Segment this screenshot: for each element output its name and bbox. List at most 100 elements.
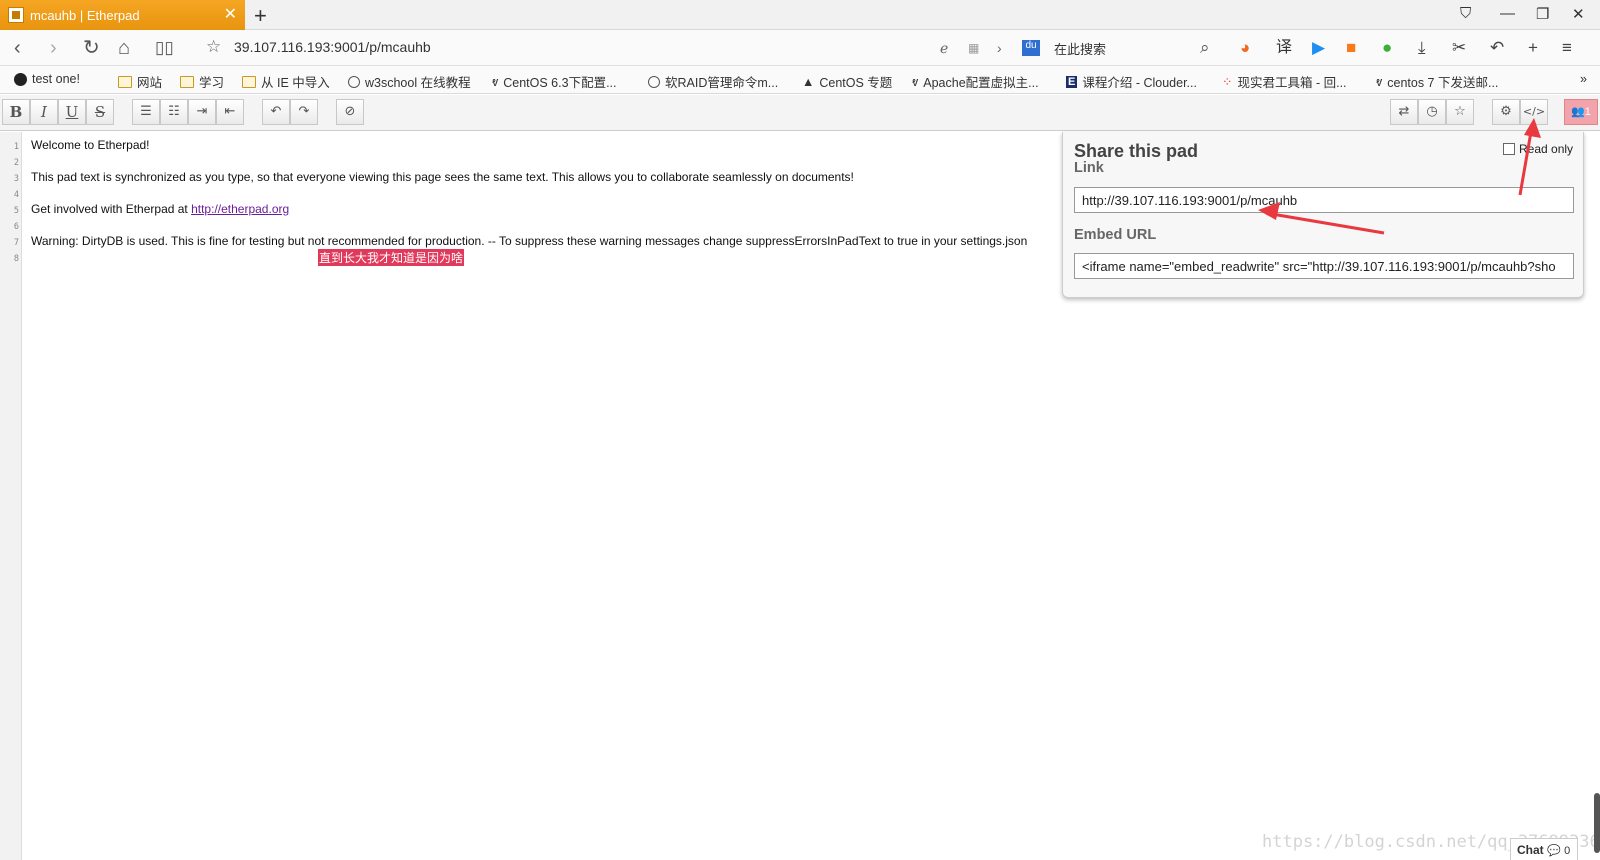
highlighted-text[interactable]: 直到长大我才知道是因为啥	[318, 249, 465, 266]
redo-icon[interactable]: ↷	[290, 99, 318, 125]
folder-icon	[242, 75, 256, 88]
unordered-list-icon[interactable]: ☷	[160, 99, 188, 125]
embed-code-icon[interactable]: </>	[1520, 99, 1548, 125]
add-icon[interactable]: +	[1528, 38, 1538, 58]
bookmark-star-icon[interactable]: ☆	[206, 37, 221, 57]
bold-button[interactable]: B	[2, 99, 30, 125]
ordered-list-icon[interactable]: ☰	[132, 99, 160, 125]
share-link-field[interactable]: http://39.107.116.193:9001/p/mcauhb	[1074, 187, 1574, 213]
embed-url-field[interactable]: <iframe name="embed_readwrite" src="http…	[1074, 253, 1574, 279]
chevron-right-icon[interactable]: ›	[997, 38, 1002, 58]
bookmark-item[interactable]: test one!	[14, 72, 80, 86]
link-icon: ⱴ	[912, 74, 919, 89]
link-icon: ⱴ	[492, 74, 499, 89]
chat-label: Chat	[1517, 843, 1544, 857]
address-field[interactable]: 39.107.116.193:9001/p/mcauhb	[234, 39, 431, 55]
tab-etherpad[interactable]: mcauhb | Etherpad ✕	[0, 0, 245, 30]
etherpad-favicon-icon	[8, 7, 24, 23]
ball-icon	[14, 72, 27, 86]
italic-button[interactable]: I	[30, 99, 58, 125]
link-icon: ⱴ	[1376, 74, 1383, 89]
readonly-checkbox[interactable]: Read only	[1503, 142, 1573, 156]
search-placeholder: 在此搜索	[1054, 41, 1107, 57]
undo-icon[interactable]: ↶	[262, 99, 290, 125]
pad-line-5[interactable]: Get involved with Etherpad at http://eth…	[31, 202, 289, 216]
bookmark-item[interactable]: 学习	[180, 72, 224, 91]
translate-icon[interactable]: 译	[1276, 38, 1292, 58]
strikethrough-button[interactable]: S	[86, 99, 114, 125]
indent-icon[interactable]: ⇥	[188, 99, 216, 125]
link-label: Link	[1074, 160, 1104, 176]
clear-authorship-icon[interactable]: ⊘	[336, 99, 364, 125]
bookmark-item[interactable]: 软RAID管理命令m...	[648, 72, 778, 91]
undo-close-icon[interactable]: ↶	[1490, 38, 1504, 58]
bookmark-item[interactable]: ⱴ CentOS 6.3下配置...	[492, 72, 616, 91]
line-number: 6	[13, 222, 19, 232]
dots-icon: ⁘	[1222, 75, 1233, 89]
bookmark-item[interactable]: ▲ CentOS 专题	[802, 72, 892, 91]
timeslider-icon[interactable]: ◷	[1418, 99, 1446, 125]
users-button[interactable]: 👥1	[1564, 99, 1598, 125]
embed-url-label: Embed URL	[1074, 227, 1157, 243]
line-number-gutter: 1 2 3 4 5 6 7 8	[0, 132, 22, 860]
chat-count: 0	[1564, 845, 1571, 857]
video-icon[interactable]: ■	[1346, 38, 1356, 58]
share-title: Share this pad	[1074, 141, 1199, 161]
bookmark-item[interactable]: ⁘ 现实君工具箱 - 回...	[1222, 72, 1347, 91]
readonly-label: Read only	[1519, 142, 1574, 156]
chat-button[interactable]: Chat 💬 0	[1510, 838, 1578, 860]
more-bookmarks-icon[interactable]: »	[1580, 72, 1587, 86]
tab-strip: mcauhb | Etherpad ✕ + ⛉ — ❐ ✕	[0, 0, 1600, 30]
new-tab-button[interactable]: +	[254, 3, 267, 29]
etherpad-link[interactable]: http://etherpad.org	[191, 202, 289, 216]
scissors-icon[interactable]: ✂	[1452, 38, 1466, 58]
outdent-icon[interactable]: ⇤	[216, 99, 244, 125]
minimize-icon[interactable]: —	[1500, 5, 1515, 22]
bookmark-item[interactable]: w3school 在线教程	[348, 72, 471, 91]
gamepad-icon[interactable]: ◕	[1240, 38, 1250, 58]
globe-icon	[348, 75, 360, 88]
line-number: 4	[13, 190, 19, 200]
pad-line-3[interactable]: This pad text is synchronized as you typ…	[31, 170, 854, 184]
settings-gear-icon[interactable]: ⚙	[1492, 99, 1520, 125]
search-icon[interactable]: ⌕	[1200, 38, 1210, 58]
play-icon[interactable]: ▶	[1312, 38, 1325, 58]
reader-icon[interactable]: ▯▯	[155, 36, 174, 60]
bookmark-item[interactable]: ⱴ centos 7 下发送邮...	[1376, 72, 1498, 91]
bookmark-item[interactable]: E 课程介绍 - Clouder...	[1066, 72, 1197, 91]
restore-icon[interactable]: ❐	[1536, 5, 1549, 23]
pad-line-7[interactable]: Warning: DirtyDB is used. This is fine f…	[31, 234, 1027, 248]
ie-mode-icon[interactable]: ℯ	[940, 38, 948, 58]
menu-icon[interactable]: ≡	[1562, 38, 1572, 58]
search-box[interactable]: du 在此搜索	[1022, 36, 1212, 60]
line-number: 8	[13, 254, 19, 264]
line-number: 5	[13, 206, 19, 216]
shirt-skin-icon[interactable]: ⛉	[1460, 5, 1471, 22]
import-export-icon[interactable]: ⇄	[1390, 99, 1418, 125]
bookmark-item[interactable]: 从 IE 中导入	[242, 72, 330, 91]
checkbox-box[interactable]	[1503, 143, 1515, 155]
folder-icon	[180, 75, 194, 88]
globe-icon	[648, 75, 660, 88]
underline-button[interactable]: U	[58, 99, 86, 125]
users-icon: 👥	[1571, 106, 1585, 118]
wechat-icon[interactable]: ●	[1382, 38, 1392, 58]
back-icon[interactable]: ‹	[14, 36, 21, 60]
folder-icon	[118, 75, 132, 88]
close-window-icon[interactable]: ✕	[1572, 5, 1585, 23]
grid-icon[interactable]: ▦	[968, 38, 979, 58]
tab-title: mcauhb | Etherpad	[30, 7, 140, 23]
bookmark-item[interactable]: 网站	[118, 72, 162, 91]
home-icon[interactable]: ⌂	[118, 36, 130, 60]
saved-revision-star-icon[interactable]: ☆	[1446, 99, 1474, 125]
pad-line-5-text: Get involved with Etherpad at	[31, 202, 192, 216]
pad-line-1[interactable]: Welcome to Etherpad!	[31, 138, 150, 152]
scrollbar[interactable]	[1594, 793, 1600, 853]
tux-icon: ▲	[802, 74, 815, 89]
reload-icon[interactable]: ↻	[83, 36, 100, 60]
bookmark-item[interactable]: ⱴ Apache配置虚拟主...	[912, 72, 1039, 91]
forward-icon[interactable]: ›	[50, 36, 57, 60]
baidu-logo-icon: du	[1022, 40, 1040, 56]
tab-close-icon[interactable]: ✕	[224, 7, 237, 23]
download-icon[interactable]: ⤓	[1418, 38, 1426, 58]
